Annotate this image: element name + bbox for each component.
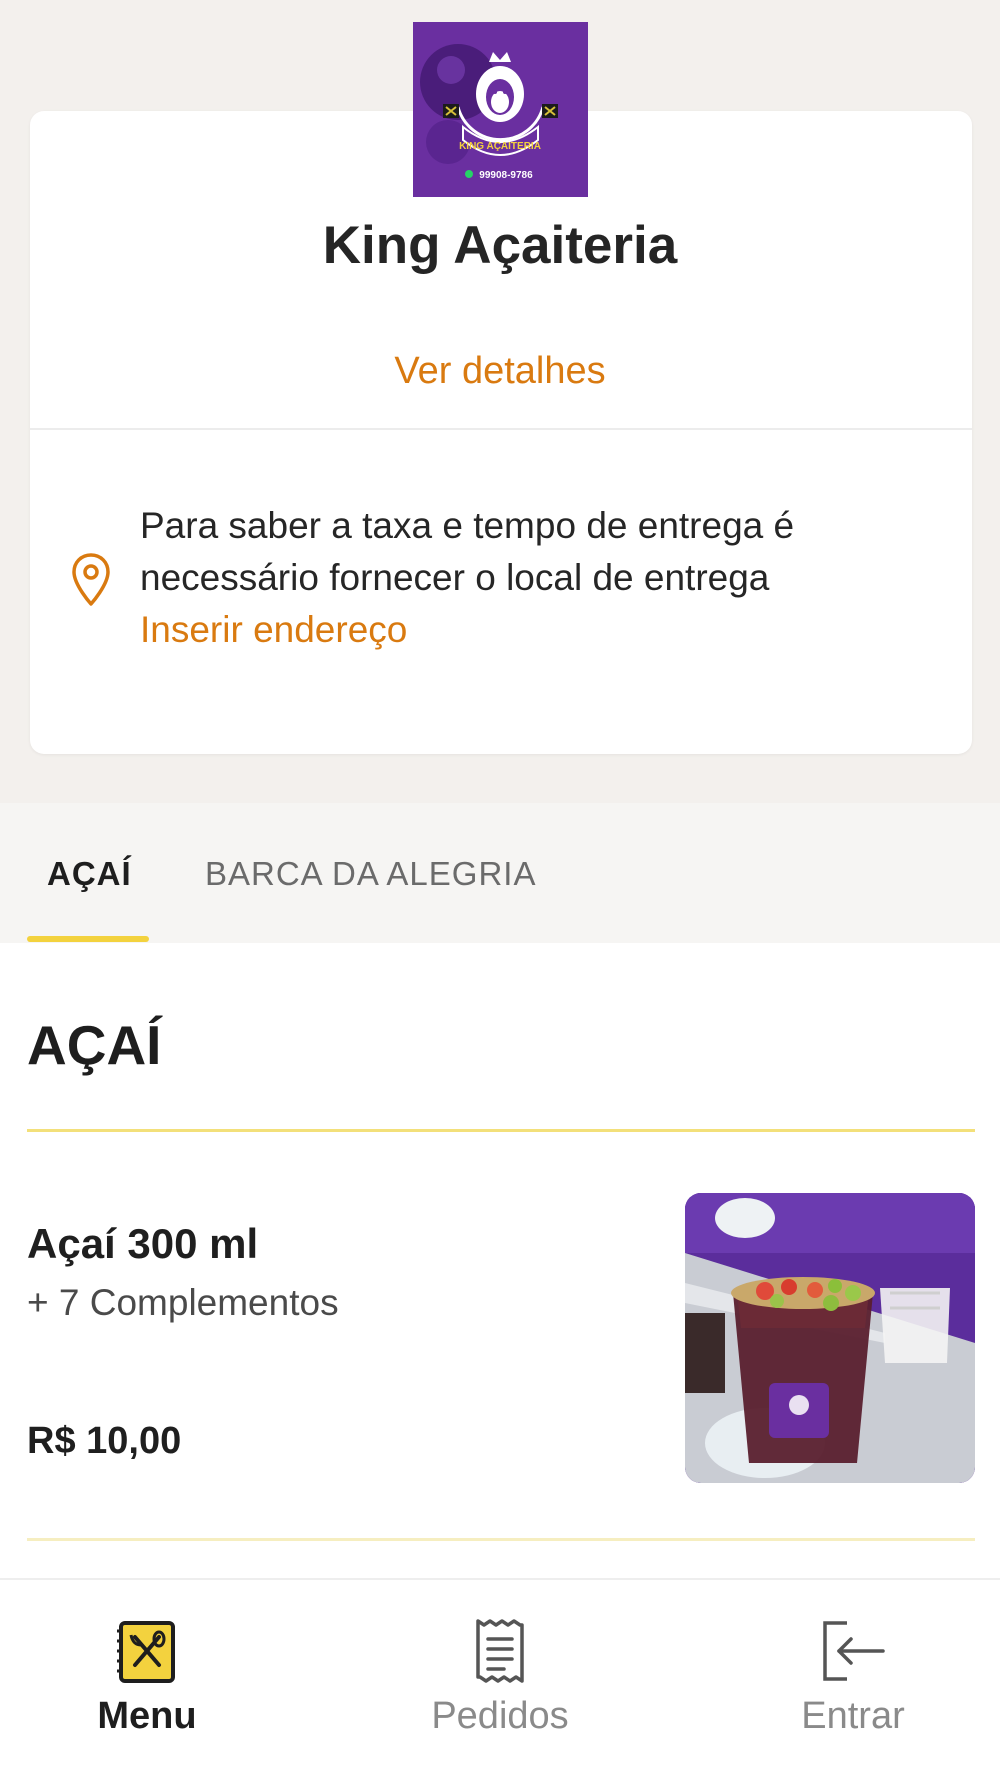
insert-address-link[interactable]: Inserir endereço [140,604,407,656]
nav-entrar-label: Entrar [801,1695,905,1737]
view-details-link[interactable]: Ver detalhes [0,350,1000,393]
bottom-navigation: Menu Pedidos Entrar [0,1578,1000,1778]
delivery-info: Para saber a taxa e tempo de entrega é n… [70,500,950,670]
section-title: AÇAÍ [27,1014,162,1076]
logo-phone: 99908-9786 [479,170,533,181]
acai-cup-image [685,1193,975,1483]
product-image[interactable] [685,1193,975,1483]
store-header: KING AÇAITERIA 99908-9786 King Açaiteria… [0,0,1000,803]
login-icon [817,1615,889,1687]
nav-menu-label: Menu [97,1695,197,1737]
tab-acai[interactable]: AÇAÍ [47,855,132,893]
product-divider [27,1538,975,1541]
product-item[interactable]: Açaí 300 ml + 7 Complementos R$ 10,00 [0,1193,1000,1493]
store-logo-image: KING AÇAITERIA 99908-9786 [413,22,588,197]
active-tab-indicator [27,936,149,942]
nav-entrar[interactable]: Entrar [666,1580,1000,1778]
store-logo: KING AÇAITERIA 99908-9786 [413,22,588,197]
menu-content: AÇAÍ Açaí 300 ml + 7 Complementos R$ 10,… [0,943,1000,1578]
nav-pedidos[interactable]: Pedidos [333,1580,667,1778]
category-tabs: AÇAÍ BARCA DA ALEGRIA [0,803,1000,943]
product-name: Açaí 300 ml [27,1220,259,1267]
nav-pedidos-label: Pedidos [431,1695,569,1737]
section-divider [27,1129,975,1132]
card-divider [30,428,972,430]
menu-book-icon [111,1615,183,1687]
delivery-message: Para saber a taxa e tempo de entrega é n… [140,505,795,598]
product-price: R$ 10,00 [27,1420,182,1462]
receipt-icon [464,1615,536,1687]
logo-brand-text: KING AÇAITERIA [459,141,541,152]
tab-barca-da-alegria[interactable]: BARCA DA ALEGRIA [205,855,536,893]
store-name: King Açaiteria [322,216,678,275]
location-pin-icon [72,553,110,606]
nav-menu[interactable]: Menu [0,1580,334,1778]
product-description: + 7 Complementos [27,1282,339,1323]
